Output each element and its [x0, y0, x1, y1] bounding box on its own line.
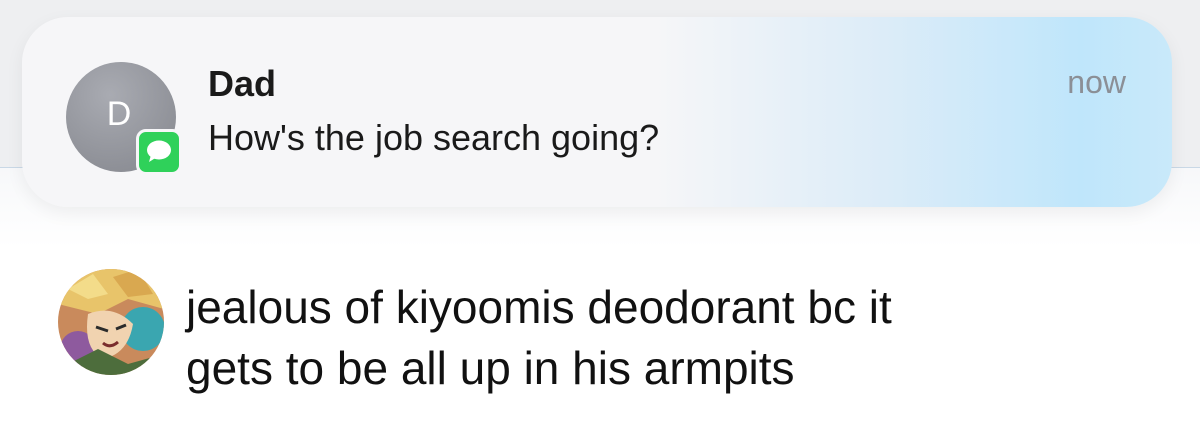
post-text-line: jealous of kiyoomis deodorant bc it — [186, 281, 892, 333]
avatar-initial: D — [106, 94, 132, 133]
notification-time: now — [1067, 64, 1126, 100]
post-text: jealous of kiyoomis deodorant bc it gets… — [186, 277, 1186, 399]
user-avatar-icon[interactable] — [58, 269, 164, 375]
message-notification[interactable]: D Dad How's the job search going? now — [22, 17, 1172, 207]
notification-message: How's the job search going? — [208, 117, 660, 158]
messages-app-icon — [136, 129, 182, 175]
post-text-line: gets to be all up in his armpits — [186, 342, 795, 394]
notification-sender: Dad — [208, 63, 277, 104]
